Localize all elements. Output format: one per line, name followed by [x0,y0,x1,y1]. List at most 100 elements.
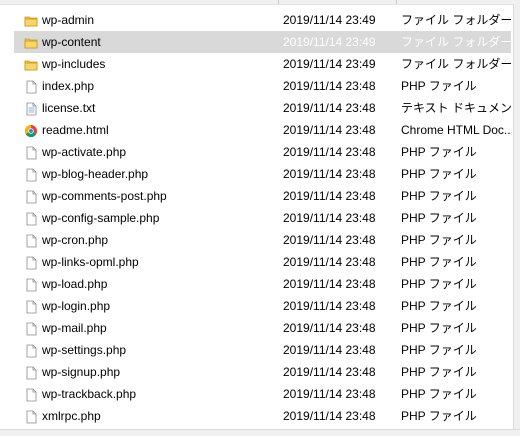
file-row[interactable]: wp-trackback.php 2019/11/14 23:48 PHP ファイル [14,383,511,405]
file-date: 2019/11/14 23:48 [283,233,376,247]
file-type: テキスト ドキュメント [401,101,511,115]
file-icon [24,167,38,182]
file-name: wp-content [42,35,101,49]
file-date: 2019/11/14 23:49 [283,35,376,49]
file-type: PHP ファイル [401,167,477,181]
text-file-icon [24,101,38,116]
file-row[interactable]: wp-includes 2019/11/14 23:49 ファイル フォルダー [14,53,511,75]
file-name: wp-load.php [42,277,108,291]
column-header-strip[interactable] [0,0,520,5]
file-name: wp-includes [42,57,106,71]
file-name: xmlrpc.php [42,409,101,423]
file-row-selected[interactable]: wp-content 2019/11/14 23:49 ファイル フォルダー [14,31,511,53]
folder-icon [24,57,38,71]
file-date: 2019/11/14 23:49 [283,57,376,71]
file-date: 2019/11/14 23:48 [283,79,376,93]
column-divider[interactable] [396,0,397,4]
file-row[interactable]: wp-signup.php 2019/11/14 23:48 PHP ファイル [14,361,511,383]
file-date: 2019/11/14 23:48 [283,189,376,203]
file-name: wp-signup.php [42,365,121,379]
file-type: PHP ファイル [401,365,477,379]
file-type: ファイル フォルダー [401,13,511,27]
file-name: wp-activate.php [42,145,127,159]
file-row[interactable]: wp-mail.php 2019/11/14 23:48 PHP ファイル [14,317,511,339]
vertical-scrollbar[interactable] [513,4,520,429]
file-date: 2019/11/14 23:48 [283,123,376,137]
file-row[interactable]: wp-comments-post.php 2019/11/14 23:48 PHP … [14,185,511,207]
file-type: ファイル フォルダー [401,57,511,71]
folder-icon [24,35,38,49]
file-type: PHP ファイル [401,343,477,357]
file-date: 2019/11/14 23:48 [283,211,376,225]
file-type: PHP ファイル [401,79,477,93]
file-date: 2019/11/14 23:48 [283,101,376,115]
file-date: 2019/11/14 23:48 [283,387,376,401]
file-icon [24,387,38,402]
file-icon [24,145,38,160]
file-name: wp-settings.php [42,343,127,357]
file-row[interactable]: index.php 2019/11/14 23:48 PHP ファイル [14,75,511,97]
file-row[interactable]: wp-load.php 2019/11/14 23:48 PHP ファイル [14,273,511,295]
file-name: license.txt [42,101,96,115]
file-icon [24,255,38,270]
file-row[interactable]: wp-activate.php 2019/11/14 23:48 PHP ファイル [14,141,511,163]
file-name: wp-mail.php [42,321,107,335]
file-icon [24,277,38,292]
file-name: wp-config-sample.php [42,211,160,225]
column-divider[interactable] [278,0,279,4]
file-icon [24,233,38,248]
file-icon [24,189,38,204]
file-icon [24,343,38,358]
file-type: ファイル フォルダー [401,35,511,49]
file-date: 2019/11/14 23:48 [283,409,376,423]
file-date: 2019/11/14 23:48 [283,255,376,269]
file-name: readme.html [42,123,109,137]
file-name: wp-admin [42,13,95,27]
file-name: wp-comments-post.php [42,189,167,203]
file-row[interactable]: wp-login.php 2019/11/14 23:48 PHP ファイル [14,295,511,317]
file-date: 2019/11/14 23:48 [283,145,376,159]
file-date: 2019/11/14 23:48 [283,365,376,379]
file-date: 2019/11/14 23:48 [283,321,376,335]
file-row[interactable]: license.txt 2019/11/14 23:48 テキスト ドキュメント [14,97,511,119]
file-date: 2019/11/14 23:49 [283,13,376,27]
file-icon [24,299,38,314]
file-row[interactable]: xmlrpc.php 2019/11/14 23:48 PHP ファイル [14,405,511,427]
file-type: PHP ファイル [401,277,477,291]
file-type: PHP ファイル [401,299,477,313]
file-name: wp-links-opml.php [42,255,139,269]
file-name: wp-trackback.php [42,387,137,401]
file-icon [24,409,38,424]
file-row[interactable]: wp-links-opml.php 2019/11/14 23:48 PHP ファイ… [14,251,511,273]
file-icon [24,321,38,336]
file-name: wp-login.php [42,299,111,313]
file-type: PHP ファイル [401,255,477,269]
file-type: PHP ファイル [401,387,477,401]
file-date: 2019/11/14 23:48 [283,167,376,181]
file-row[interactable]: wp-settings.php 2019/11/14 23:48 PHP ファイル [14,339,511,361]
file-row[interactable]: wp-config-sample.php 2019/11/14 23:48 PHP … [14,207,511,229]
file-type: PHP ファイル [401,211,477,225]
file-row[interactable]: wp-cron.php 2019/11/14 23:48 PHP ファイル [14,229,511,251]
file-icon [24,211,38,226]
file-icon [24,365,38,380]
file-date: 2019/11/14 23:48 [283,299,376,313]
file-date: 2019/11/14 23:48 [283,343,376,357]
file-type: PHP ファイル [401,321,477,335]
file-type: PHP ファイル [401,189,477,203]
file-type: Chrome HTML Doc... [401,123,511,137]
file-type: PHP ファイル [401,145,477,159]
file-type: PHP ファイル [401,409,477,423]
file-list: wp-admin 2019/11/14 23:49 ファイル フォルダー wp-co… [14,9,511,427]
file-row[interactable]: readme.html 2019/11/14 23:48 Chrome HTML D… [14,119,511,141]
file-name: index.php [42,79,95,93]
folder-icon [24,13,38,27]
file-row[interactable]: wp-admin 2019/11/14 23:49 ファイル フォルダー [14,9,511,31]
file-type: PHP ファイル [401,233,477,247]
file-row[interactable]: wp-blog-header.php 2019/11/14 23:48 PHP ファ… [14,163,511,185]
file-name: wp-cron.php [42,233,109,247]
file-name: wp-blog-header.php [42,167,149,181]
file-icon [24,79,38,94]
file-date: 2019/11/14 23:48 [283,277,376,291]
chrome-icon [24,123,38,138]
